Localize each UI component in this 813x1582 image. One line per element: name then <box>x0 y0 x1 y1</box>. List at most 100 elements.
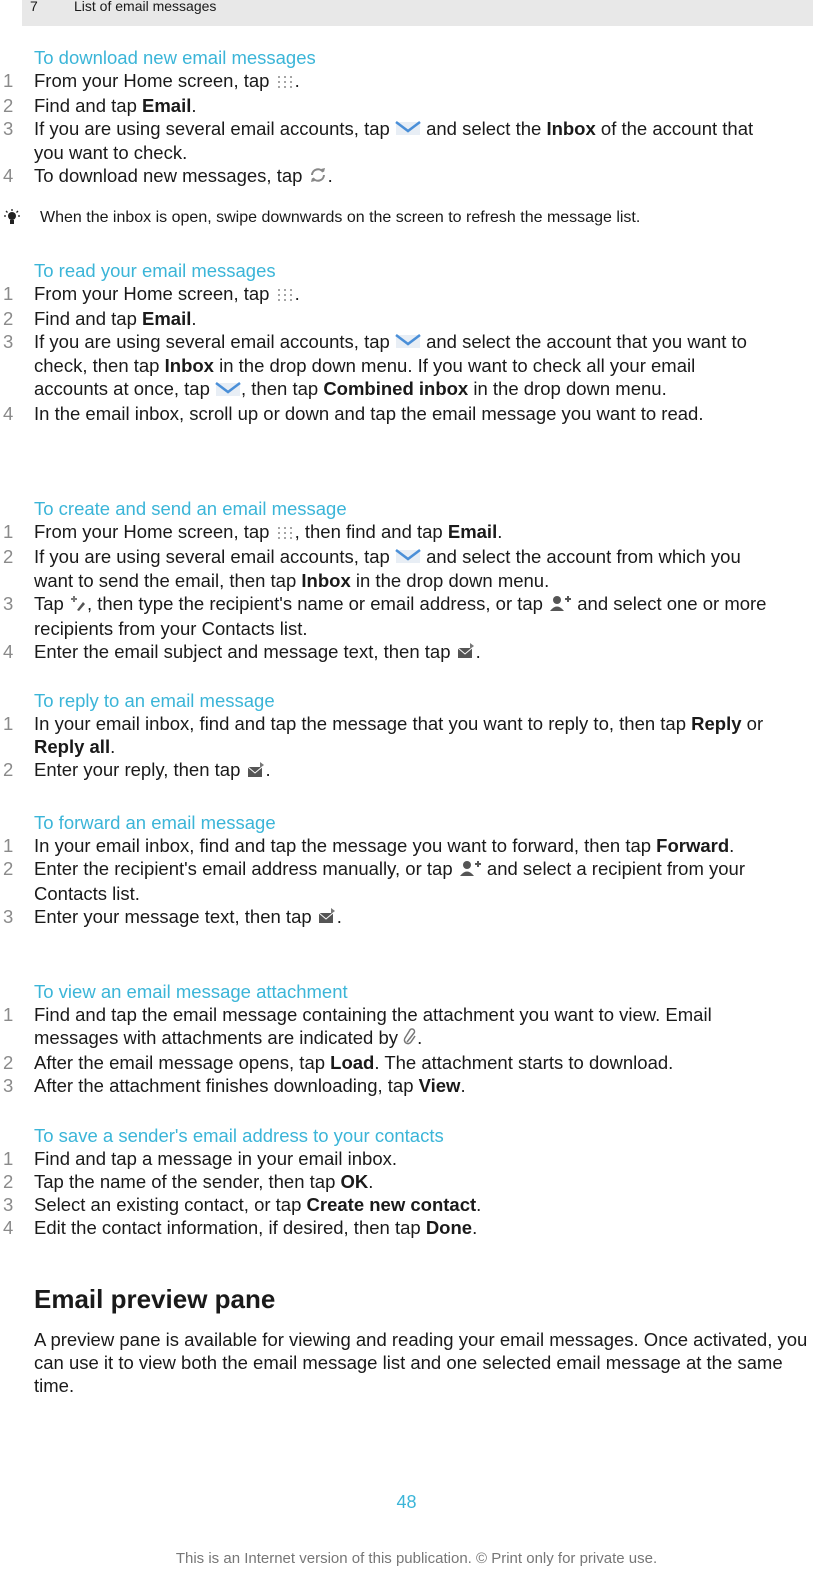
envelope-icon <box>395 546 421 569</box>
text: Enter your message text, then tap <box>34 905 317 927</box>
step-text: Tap , then type the recipient's name or … <box>34 593 766 639</box>
step-text: Enter the email subject and message text… <box>34 641 481 662</box>
step-number: 1 <box>3 70 14 91</box>
text: in the drop down menu. <box>350 570 550 592</box>
ui-term: Combined inbox <box>323 378 469 400</box>
step-text: In your email inbox, find and tap the me… <box>34 713 763 757</box>
step-number: 4 <box>3 640 14 662</box>
text: . <box>327 165 333 187</box>
step-number: 3 <box>3 1074 14 1096</box>
chapter-header: 7 List of email messages <box>22 0 813 26</box>
text: Enter the recipient's email address manu… <box>34 858 458 879</box>
step-item: 3 If you are using several email accounts… <box>0 117 813 165</box>
step-text: Find and tap the email message containin… <box>34 1004 712 1048</box>
ui-term: Create new contact <box>306 1194 477 1215</box>
text: Tap <box>34 593 69 615</box>
step-text: Find and tap a message in your email inb… <box>34 1148 397 1169</box>
text: . <box>265 759 271 780</box>
preview-paragraph: A preview pane is available for viewing … <box>34 1329 808 1396</box>
text: To download new messages, tap <box>34 165 308 187</box>
step-item: 4 Enter the email subject and message tex… <box>0 640 813 665</box>
step-number: 3 <box>3 1194 14 1215</box>
section-save-contact: To save a sender's email address to your… <box>0 1124 813 1239</box>
text: . <box>729 835 735 856</box>
send-icon <box>317 906 337 929</box>
section-title: To save a sender's email address to your… <box>34 1125 444 1146</box>
paperclip-icon <box>403 1027 417 1051</box>
step-number: 2 <box>3 307 14 329</box>
step-text: If you are using several email accounts,… <box>34 118 753 164</box>
step-text: Tap the name of the sender, then tap OK. <box>34 1171 373 1192</box>
ui-term: Done <box>425 1217 473 1238</box>
step-item: 2 Find and tap Email. <box>0 307 813 330</box>
chapter-title: List of email messages <box>74 0 217 14</box>
step-item: 2 Enter the recipient's email address man… <box>0 857 813 905</box>
step-item: 3 Enter your message text, then tap . <box>0 905 813 930</box>
section-read: To read your email messages 1 From your Ho… <box>0 259 813 425</box>
text: . <box>476 1194 482 1215</box>
step-number: 1 <box>3 1148 14 1169</box>
text: Select an existing contact, or tap <box>34 1194 307 1215</box>
text: Find and tap a message in your email inb… <box>34 1148 398 1169</box>
step-item: 3 After the attachment finishes downloadi… <box>0 1074 813 1097</box>
envelope-icon <box>395 331 421 354</box>
step-item: 2 Enter your reply, then tap . <box>0 758 813 783</box>
ui-term: Reply <box>691 713 742 734</box>
text: Enter your reply, then tap <box>34 759 246 780</box>
add-contact-icon <box>458 859 482 882</box>
step-number: 3 <box>3 905 14 927</box>
section-attachment: To view an email message attachment 1 Find… <box>0 980 813 1097</box>
section-title: To view an email message attachment <box>34 981 348 1002</box>
step-number: 4 <box>3 402 14 424</box>
text: Edit the contact information, if desired… <box>34 1217 426 1238</box>
step-item: 3 Tap , then type the recipient's name or… <box>0 592 813 640</box>
text: . <box>191 94 197 116</box>
section-heading-preview: Email preview pane <box>34 1284 276 1314</box>
step-text: If you are using several email accounts,… <box>34 546 741 592</box>
text: From your Home screen, tap <box>34 521 275 542</box>
step-number: 2 <box>3 94 14 116</box>
refresh-icon <box>308 166 328 189</box>
step-text: Find and tap Email. <box>34 95 197 116</box>
text: After the email message opens, tap <box>34 1051 331 1073</box>
step-item: 1 Find and tap the email message containi… <box>0 1003 813 1051</box>
text: . <box>497 521 503 542</box>
step-number: 2 <box>3 1171 14 1192</box>
ui-term: Inbox <box>546 117 596 139</box>
text: . <box>368 1171 374 1192</box>
send-icon <box>456 641 476 664</box>
text: If you are using several email accounts,… <box>34 545 395 567</box>
step-text: Select an existing contact, or tap Creat… <box>34 1194 481 1215</box>
step-number: 2 <box>3 759 14 780</box>
step-number: 1 <box>3 521 14 542</box>
ui-term: Load <box>330 1051 375 1073</box>
text: From your Home screen, tap <box>34 283 275 304</box>
text: . <box>417 1027 423 1048</box>
text: Find and tap the email message containin… <box>34 1004 712 1048</box>
step-text: In your email inbox, find and tap the me… <box>34 835 734 856</box>
text: In the email inbox, scroll up or down an… <box>34 402 704 424</box>
section-reply: To reply to an email message 1 In your ema… <box>0 689 813 783</box>
step-text: Enter your reply, then tap . <box>34 759 271 780</box>
step-item: 2 Tap the name of the sender, then tap OK… <box>0 1170 813 1193</box>
step-item: 4 In the email inbox, scroll up or down a… <box>0 402 813 425</box>
text: . <box>294 70 300 91</box>
step-number: 2 <box>3 1051 14 1073</box>
ui-term: Email <box>142 94 192 116</box>
ui-term: Inbox <box>164 355 214 377</box>
text: . <box>294 283 300 304</box>
step-number: 2 <box>3 858 14 879</box>
step-item: 1 From your Home screen, tap . <box>0 69 813 94</box>
step-number: 1 <box>3 283 14 304</box>
text: If you are using several email accounts,… <box>34 117 395 139</box>
apps-grid-icon <box>275 284 295 307</box>
step-item: 1 Find and tap a message in your email in… <box>0 1147 813 1170</box>
section-title: To reply to an email message <box>34 690 275 711</box>
apps-grid-icon <box>275 71 295 94</box>
step-item: 1 From your Home screen, tap . <box>0 282 813 307</box>
step-number: 1 <box>3 713 14 734</box>
text: and select the <box>420 117 547 139</box>
section-title: To read your email messages <box>34 260 276 281</box>
chapter-number: 7 <box>30 0 38 14</box>
step-number: 3 <box>3 330 14 352</box>
